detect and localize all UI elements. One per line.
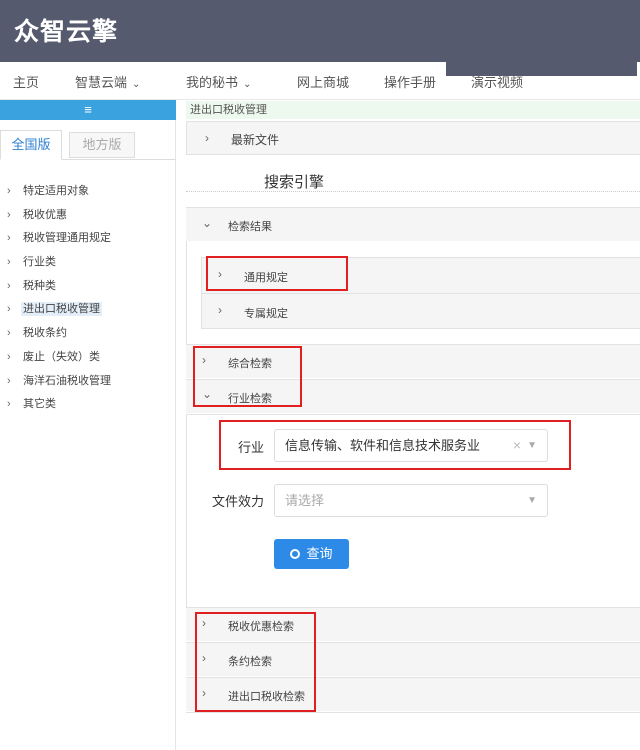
nav-item-online-store[interactable]: 网上商城: [297, 72, 349, 91]
latest-files-label: 最新文件: [231, 133, 280, 147]
menu-icon: ≡: [84, 102, 92, 117]
top-header: 众智云擎: [0, 0, 640, 62]
query-button[interactable]: 查询: [274, 539, 349, 569]
tree-item[interactable]: › 行业类: [0, 251, 176, 275]
tree-item-selected[interactable]: › 进出口税收管理: [0, 298, 176, 322]
chevron-right-icon: ›: [7, 279, 11, 292]
tree-item[interactable]: › 其它类: [0, 393, 176, 417]
nav-item-manual[interactable]: 操作手册: [384, 72, 436, 91]
chevron-down-icon: ⌄: [132, 79, 141, 90]
tab-local[interactable]: 地方版: [69, 132, 135, 158]
search-icon: [290, 549, 301, 559]
chevron-right-icon: ›: [7, 374, 11, 387]
annotation-box: [219, 420, 571, 470]
tree-item[interactable]: › 税收条约: [0, 322, 176, 346]
sidebar-tabs: 全国版 地方版: [0, 130, 176, 160]
tree-item[interactable]: › 税收优惠: [0, 204, 176, 228]
nav-item-smart-cloud[interactable]: 智慧云端 ⌄: [75, 72, 140, 91]
tree-item[interactable]: › 税收管理通用规定: [0, 227, 176, 251]
nav-item-home[interactable]: 主页: [13, 72, 39, 91]
tree-item[interactable]: › 废止（失效）类: [0, 346, 176, 370]
nav-overlay: [446, 62, 637, 76]
results-item-exclusive[interactable]: › 专属规定: [201, 293, 640, 329]
tab-national[interactable]: 全国版: [0, 130, 62, 160]
category-tree: › 特定适用对象 › 税收优惠 › 税收管理通用规定 › 行业类 › 税种类 › 进出口税收…: [0, 180, 176, 417]
sidebar: ≡ 全国版 地方版 › 特定适用对象 › 税收优惠 › 税收管理通用规定 › 行业类 ›…: [0, 100, 176, 750]
chevron-right-icon: ›: [7, 185, 11, 197]
breadcrumb: 进出口税收管理: [186, 101, 640, 119]
chevron-right-icon: ›: [205, 131, 209, 145]
chevron-down-icon: ⌄: [202, 216, 213, 230]
chevron-right-icon: ›: [7, 256, 11, 269]
divider: [186, 712, 640, 713]
nav-item-my-secretary[interactable]: 我的秘书 ⌄: [186, 72, 251, 91]
chevron-right-icon: ›: [7, 303, 11, 316]
latest-files-panel[interactable]: › 最新文件: [186, 121, 640, 155]
file-effect-label: 文件效力: [212, 494, 265, 509]
chevron-down-icon: ⌄: [243, 79, 252, 90]
chevron-right-icon: ›: [7, 327, 11, 340]
file-effect-select[interactable]: 请选择 ▼: [274, 484, 548, 517]
annotation-box: [206, 256, 348, 291]
results-section-header[interactable]: ⌄ 检索结果: [186, 207, 640, 241]
chevron-down-icon: ▼: [527, 495, 537, 506]
tree-item[interactable]: › 海洋石油税收管理: [0, 370, 176, 394]
results-section-label: 检索结果: [228, 221, 272, 233]
app-logo[interactable]: 众智云擎: [14, 12, 118, 48]
search-engine-title: 搜索引擎: [264, 174, 325, 191]
tree-item[interactable]: › 特定适用对象: [0, 180, 176, 204]
chevron-right-icon: ›: [7, 350, 11, 363]
chevron-right-icon: ›: [7, 232, 11, 245]
sidebar-toggle-button[interactable]: ≡: [0, 100, 176, 120]
divider: [186, 191, 640, 192]
chevron-right-icon: ›: [218, 303, 222, 317]
tree-item[interactable]: › 税种类: [0, 275, 176, 299]
chevron-right-icon: ›: [7, 208, 11, 221]
annotation-box: [195, 612, 316, 712]
chevron-right-icon: ›: [7, 398, 11, 411]
annotation-box: [193, 346, 302, 407]
